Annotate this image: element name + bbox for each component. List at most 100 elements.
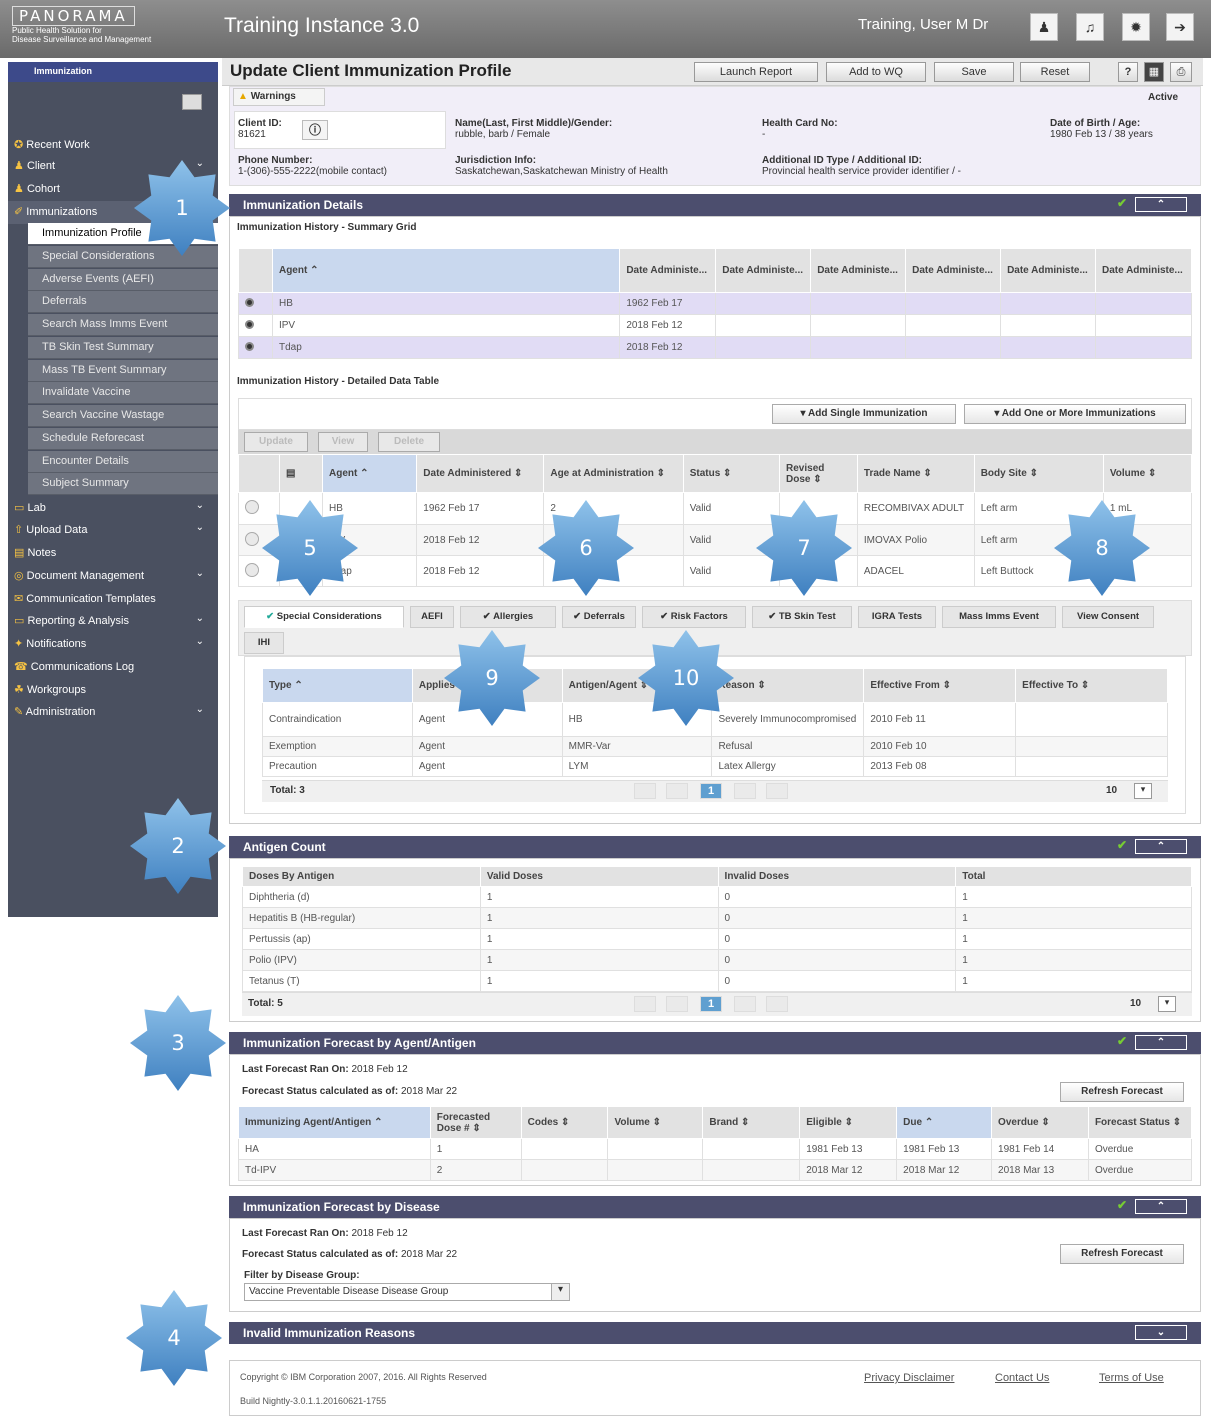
page-size-dropdown-icon[interactable]: ▾ [1134, 783, 1152, 799]
sidebar-item-reporting[interactable]: ▭ Reporting & Analysis ⌄ [8, 610, 218, 633]
tab-view-consent[interactable]: View Consent [1062, 606, 1154, 628]
col-revised-dose[interactable]: Revised Dose ⇕ [779, 454, 858, 493]
sidebar-subitem[interactable]: Schedule Reforecast [28, 428, 218, 450]
sidebar-header[interactable]: Immunization [8, 62, 218, 82]
add-more-immunizations-button[interactable]: ▾ Add One or More Immunizations [964, 404, 1186, 424]
col-age[interactable]: Age at Administration ⇕ [543, 454, 684, 493]
col-dose[interactable]: Forecasted Dose # ⇕ [429, 1106, 522, 1139]
contact-link[interactable]: Contact Us [995, 1372, 1049, 1384]
privacy-link[interactable]: Privacy Disclaimer [864, 1372, 954, 1384]
collapse-icon[interactable]: ⌃ [1135, 1035, 1187, 1050]
sidebar-item-communication-templates[interactable]: ✉ Communication Templates [8, 588, 218, 611]
refresh-forecast-button[interactable]: Refresh Forecast [1060, 1082, 1184, 1102]
print-icon[interactable]: ⎙ [1170, 62, 1192, 82]
forecast-agent-header[interactable]: Immunization Forecast by Agent/Antigen ✔ ⌃ [229, 1032, 1201, 1054]
page-size[interactable]: 10 [1130, 998, 1141, 1009]
table-row[interactable]: IPV 2018 Feb 12 [238, 314, 1192, 337]
collapse-icon[interactable]: ⌃ [1135, 839, 1187, 854]
page-size-dropdown-icon[interactable]: ▾ [1158, 996, 1176, 1012]
col-effective-from[interactable]: Effective From ⇕ [863, 668, 1017, 703]
first-page-button[interactable] [634, 783, 656, 799]
sidebar-subitem[interactable]: Invalidate Vaccine [28, 382, 218, 404]
col-volume[interactable]: Volume ⇕ [1102, 454, 1193, 493]
reset-button[interactable]: Reset [1020, 62, 1090, 82]
add-to-wq-button[interactable]: Add to WQ [826, 62, 926, 82]
table-row[interactable]: Precaution Agent LYM Latex Allergy 2013 Feb … [262, 756, 1168, 777]
table-row[interactable]: IPV2018 Feb 12ValidIMOVAX PolioLeft arm [238, 524, 1193, 556]
delete-button[interactable]: Delete [378, 432, 440, 452]
table-row[interactable]: Td-IPV 2 2018 Mar 12 2018 Mar 12 2018 Mar 13… [238, 1159, 1193, 1181]
col-date[interactable]: Date Administe... [905, 248, 1002, 293]
sidebar-item-communications-log[interactable]: ☎ Communications Log [8, 656, 218, 679]
help-icon[interactable]: ? [1118, 62, 1138, 82]
col-agent[interactable]: Immunizing Agent/Antigen ⌃ [238, 1106, 431, 1139]
col-due[interactable]: Due ⌃ [896, 1106, 993, 1139]
sidebar-subitem[interactable]: Adverse Events (AEFI) [28, 269, 218, 291]
collapse-icon[interactable]: ⌃ [1135, 197, 1187, 212]
terms-link[interactable]: Terms of Use [1099, 1372, 1164, 1384]
col-eligible[interactable]: Eligible ⇕ [799, 1106, 898, 1139]
prev-page-button[interactable] [666, 783, 688, 799]
last-page-button[interactable] [766, 783, 788, 799]
expand-icon[interactable]: ⌄ [1135, 1325, 1187, 1340]
col-volume[interactable]: Volume ⇕ [607, 1106, 704, 1139]
col-trade-name[interactable]: Trade Name ⇕ [856, 454, 975, 493]
prev-page-button[interactable] [666, 996, 688, 1012]
col-agent[interactable]: Agent ⌃ [322, 454, 418, 493]
forecast-disease-header[interactable]: Immunization Forecast by Disease ✔ ⌃ [229, 1196, 1201, 1218]
sidebar-item-notifications[interactable]: ✦ Notifications ⌄ [8, 633, 218, 656]
add-single-immunization-button[interactable]: ▾ Add Single Immunization [772, 404, 956, 424]
row-radio[interactable] [245, 531, 259, 546]
sidebar-item-recent-work[interactable]: ✪ Recent Work [8, 134, 218, 157]
sidebar-item-lab[interactable]: ▭ Lab ⌄ [8, 497, 218, 520]
sidebar-subitem[interactable]: Special Considerations [28, 246, 218, 268]
tab-igra-tests[interactable]: IGRA Tests [858, 606, 936, 628]
gear-icon[interactable]: ✹ [1122, 13, 1150, 41]
info-icon[interactable]: ⓘ [302, 120, 328, 140]
sidebar-item-administration[interactable]: ✎ Administration ⌄ [8, 701, 218, 724]
page-number[interactable]: 1 [700, 996, 722, 1012]
tab-deferrals[interactable]: ✔ Deferrals [562, 606, 636, 628]
update-button[interactable]: Update [244, 432, 308, 452]
calculator-icon[interactable]: ▦ [1144, 62, 1164, 82]
table-row[interactable]: HB 1962 Feb 17 2 Valid RECOMBIVAX ADULT Left … [238, 492, 1193, 525]
sidebar-subitem[interactable]: Deferrals [28, 291, 218, 313]
sidebar-subitem[interactable]: TB Skin Test Summary [28, 337, 218, 359]
row-radio[interactable] [245, 500, 259, 514]
last-page-button[interactable] [766, 996, 788, 1012]
user-name[interactable]: Training, User M Dr [858, 16, 988, 33]
tab-special-considerations[interactable]: ✔ Special Considerations [244, 606, 404, 628]
sidebar-item-notes[interactable]: ▤ Notes [8, 542, 218, 565]
col-status[interactable]: Status ⇕ [682, 454, 781, 493]
expand-icon[interactable] [245, 297, 254, 307]
sidebar-subitem[interactable]: Mass TB Event Summary [28, 360, 218, 382]
col-reason[interactable]: Reason ⇕ [711, 668, 865, 703]
antigen-count-header[interactable]: Antigen Count ✔ ⌃ [229, 836, 1201, 858]
disease-group-select[interactable]: Vaccine Preventable Disease Disease Grou… [244, 1283, 570, 1301]
sidebar-subitem[interactable]: Encounter Details [28, 451, 218, 473]
launch-report-button[interactable]: Launch Report [694, 62, 818, 82]
warnings-button[interactable]: ▲ Warnings [233, 88, 325, 106]
logout-icon[interactable]: ➔ [1166, 13, 1194, 41]
tab-risk-factors[interactable]: ✔ Risk Factors [642, 606, 746, 628]
col-body-site[interactable]: Body Site ⇕ [973, 454, 1104, 493]
sidebar-subitem[interactable]: Search Vaccine Wastage [28, 405, 218, 427]
col-date[interactable]: Date Administe... [1000, 248, 1096, 293]
col-overdue[interactable]: Overdue ⇕ [991, 1106, 1089, 1139]
col-date[interactable]: Date Administe... [1095, 248, 1192, 293]
menu-toggle-icon[interactable] [182, 94, 202, 110]
bell-icon[interactable]: ♫ [1076, 13, 1104, 41]
col-date[interactable]: Date Administe... [715, 248, 812, 293]
expand-icon[interactable] [245, 319, 254, 329]
user-icon[interactable]: ♟ [1030, 13, 1058, 41]
next-page-button[interactable] [734, 783, 756, 799]
tab-ihi[interactable]: IHI [244, 632, 284, 654]
table-row[interactable]: Tdap2018 Feb 12ValidADACELLeft Buttock [238, 555, 1193, 587]
sidebar-item-document-management[interactable]: ◎ Document Management ⌄ [8, 565, 218, 588]
col-agent[interactable]: Agent ⌃ [271, 248, 621, 293]
col-type[interactable]: Type ⌃ [262, 668, 413, 703]
first-page-button[interactable] [634, 996, 656, 1012]
tab-mass-imms-event[interactable]: Mass Imms Event [942, 606, 1056, 628]
row-radio[interactable] [245, 562, 259, 577]
table-row[interactable]: Tdap 2018 Feb 12 [238, 336, 1192, 359]
